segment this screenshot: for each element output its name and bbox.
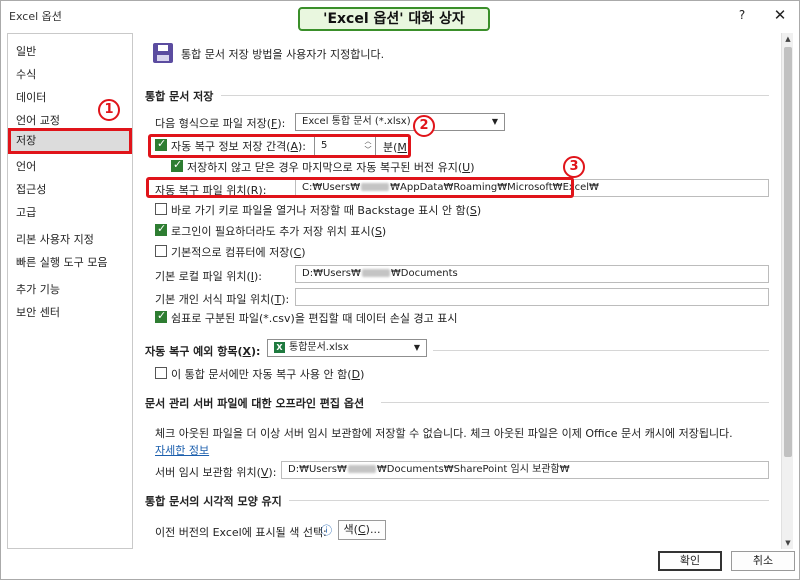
template-location-input[interactable] (295, 288, 769, 306)
redacted-username (361, 269, 390, 277)
vertical-scrollbar[interactable]: ▲ ▼ (781, 33, 793, 549)
disable-autorecover-checkbox[interactable] (155, 367, 167, 379)
csv-warning-checkbox[interactable] (155, 309, 167, 323)
minutes-label: 분(M) (383, 141, 412, 154)
title-bar: Excel 옵션 'Excel 옵션' 대화 상자 ? ✕ (1, 1, 799, 31)
sidebar-item-quick-access-toolbar[interactable]: 빠른 실행 도구 모음 (16, 253, 107, 273)
extra-locations-checkbox[interactable] (155, 222, 167, 236)
format-label: 다음 형식으로 파일 저장(F): (155, 117, 286, 130)
autorecover-location-label: 자동 복구 파일 위치(R): (155, 184, 267, 197)
save-to-computer-label: 기본적으로 컴퓨터에 저장(C) (171, 246, 306, 259)
disable-autorecover-label: 이 통합 문서에만 자동 복구 사용 안 함(D) (171, 368, 365, 381)
section-divider (381, 402, 769, 403)
callout-2: 2 (413, 115, 435, 137)
save-to-computer-checkbox[interactable] (155, 245, 167, 257)
save-options-panel: 통합 문서 저장 방법을 사용자가 지정합니다. 통합 문서 저장 다음 형식으… (141, 33, 781, 549)
sidebar-item-data[interactable]: 데이터 (16, 88, 46, 108)
colors-label: 이전 버전의 Excel에 표시될 색 선택: (155, 526, 327, 539)
section-divider (289, 500, 769, 501)
help-button[interactable]: ? (733, 5, 751, 25)
local-location-label: 기본 로컬 파일 위치(I): (155, 270, 262, 283)
spinner-arrows-icon[interactable]: ︿ ﹀ (363, 137, 373, 155)
redacted-username (347, 465, 376, 473)
callout-3: 3 (563, 156, 585, 178)
chevron-down-icon: ▼ (491, 117, 498, 126)
exceptions-workbook-value: 통합문서.xlsx (289, 342, 349, 353)
sidebar-item-save[interactable]: 저장 (8, 128, 132, 154)
save-format-select[interactable]: Excel 통합 문서 (*.xlsx) ▼ (295, 113, 505, 131)
save-section-heading: 통합 문서 저장 (145, 90, 214, 103)
panel-description: 통합 문서 저장 방법을 사용자가 지정합니다. (181, 48, 385, 61)
backstage-checkbox[interactable] (155, 203, 167, 215)
keep-last-version-label: 저장하지 않고 닫은 경우 마지막으로 자동 복구된 버전 유지(U) (187, 161, 475, 174)
colors-button[interactable]: 색(C)... (338, 520, 386, 540)
autorecover-checkbox[interactable] (155, 137, 167, 151)
close-button[interactable]: ✕ (769, 4, 791, 26)
sidebar-item-customize-ribbon[interactable]: 리본 사용자 지정 (16, 230, 94, 250)
sidebar-item-accessibility[interactable]: 접근성 (16, 180, 46, 200)
offline-description: 체크 아웃된 파일을 더 이상 서버 임시 보관함에 저장할 수 없습니다. 체… (155, 427, 733, 440)
chevron-down-icon: ▼ (413, 343, 420, 352)
section-divider (433, 350, 769, 351)
save-format-value: Excel 통합 문서 (*.xlsx) (302, 116, 411, 127)
autorecover-minutes-value: 5 (321, 140, 328, 151)
keep-last-version-checkbox[interactable] (171, 158, 183, 172)
csv-warning-label: 쉼표로 구분된 파일(*.csv)을 편집할 때 데이터 손실 경고 표시 (171, 312, 458, 325)
sidebar-item-formulas[interactable]: 수식 (16, 65, 36, 85)
exceptions-heading: 자동 복구 예외 항목(X): (145, 345, 261, 358)
more-info-link[interactable]: 자세한 정보 (155, 442, 209, 458)
section-divider (221, 95, 769, 96)
ok-button[interactable]: 확인 (658, 551, 722, 571)
backstage-label: 바로 가기 키로 파일을 열거나 저장할 때 Backstage 표시 안 함(… (171, 204, 482, 217)
scroll-thumb[interactable] (784, 47, 792, 457)
title-badge: 'Excel 옵션' 대화 상자 (298, 7, 490, 31)
local-location-input[interactable]: D:₩Users₩ ₩Documents (295, 265, 769, 283)
excel-file-icon: X (274, 341, 285, 353)
drafts-location-input[interactable]: D:₩Users₩ ₩Documents₩SharePoint 임시 보관함₩ (281, 461, 769, 479)
sidebar-item-advanced[interactable]: 고급 (16, 203, 36, 223)
template-location-label: 기본 개인 서식 파일 위치(T): (155, 293, 290, 306)
offline-heading: 문서 관리 서버 파일에 대한 오프라인 편집 옵션 (145, 397, 365, 410)
autorecover-label: 자동 복구 정보 저장 간격(A): (171, 140, 307, 153)
save-icon (153, 43, 173, 63)
sidebar-item-add-ins[interactable]: 추가 기능 (16, 280, 60, 300)
exceptions-workbook-select[interactable]: X 통합문서.xlsx ▼ (267, 339, 427, 357)
callout-1: 1 (98, 99, 120, 121)
redacted-username (361, 183, 390, 191)
sidebar-item-general[interactable]: 일반 (16, 42, 36, 62)
cancel-button[interactable]: 취소 (731, 551, 795, 571)
scroll-down-icon[interactable]: ▼ (782, 537, 794, 549)
drafts-location-label: 서버 임시 보관함 위치(V): (155, 466, 277, 479)
sidebar-item-trust-center[interactable]: 보안 센터 (16, 303, 60, 323)
autorecover-location-input[interactable]: C:₩Users₩ ₩AppData₩Roaming₩Microsoft₩Exce… (295, 179, 769, 197)
sidebar-item-language[interactable]: 언어 (16, 157, 36, 177)
scroll-up-icon[interactable]: ▲ (782, 33, 794, 45)
visual-heading: 통합 문서의 시각적 모양 유지 (145, 495, 282, 508)
extra-locations-label: 로그인이 필요하더라도 추가 저장 위치 표시(S) (171, 225, 387, 238)
autorecover-minutes-spinner[interactable]: 5 ︿ ﹀ (314, 136, 376, 156)
window-title: Excel 옵션 (9, 10, 62, 23)
excel-options-dialog: Excel 옵션 'Excel 옵션' 대화 상자 ? ✕ 일반 수식 데이터 … (0, 0, 800, 580)
info-icon: ⓘ (321, 524, 332, 537)
